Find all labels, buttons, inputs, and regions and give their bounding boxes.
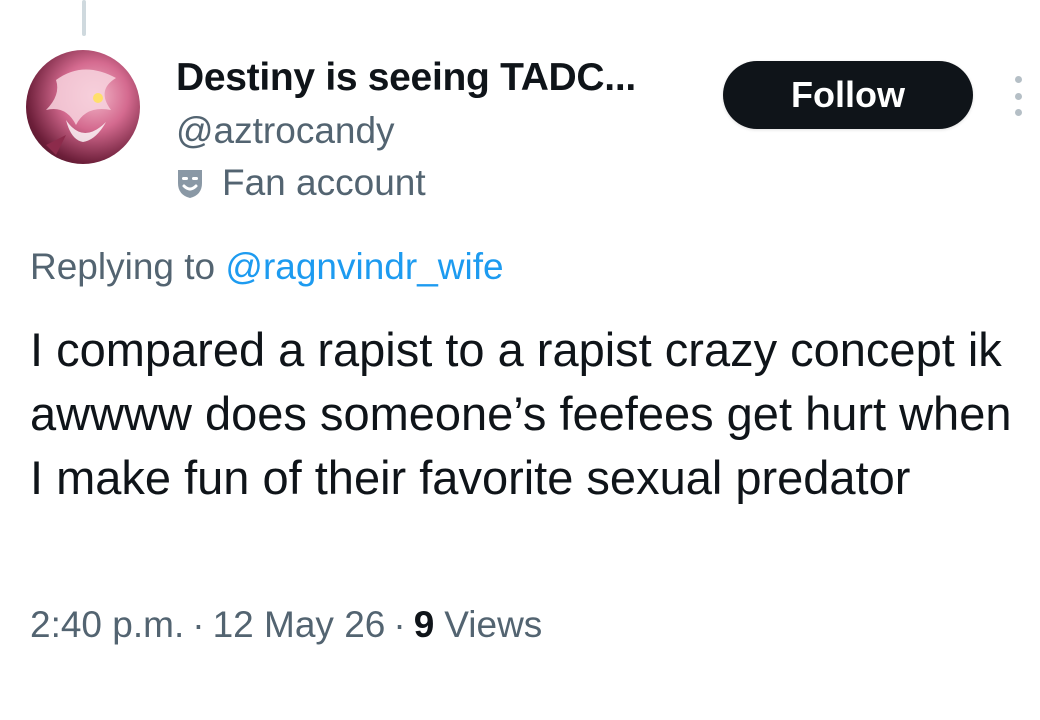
account-label: Fan account (172, 162, 426, 204)
replying-to-label: Replying to (30, 246, 216, 287)
replying-to: Replying to @ragnvindr_wife (30, 246, 504, 288)
more-dot (1014, 109, 1022, 116)
avatar-image (46, 69, 116, 155)
theater-masks-icon (172, 165, 208, 201)
avatar[interactable] (26, 50, 140, 164)
follow-button[interactable]: Follow (723, 61, 973, 129)
tweet-text: I compared a rapist to a rapist crazy co… (30, 323, 1012, 504)
more-dot (1014, 76, 1022, 83)
tweet-date[interactable]: 12 May 26 (213, 604, 386, 646)
author-handle[interactable]: @aztrocandy (176, 110, 395, 152)
thread-connector-line (82, 0, 86, 36)
more-dot (1014, 92, 1022, 100)
account-label-text: Fan account (222, 162, 426, 203)
more-vertical-icon[interactable] (1004, 76, 1032, 116)
meta-separator: · (192, 604, 205, 645)
tweet-metadata: 2:40 p.m. · 12 May 26 · 9 Views (30, 604, 542, 646)
meta-separator: · (393, 604, 406, 645)
views-count: 9 (413, 604, 435, 645)
author-display-name[interactable]: Destiny is seeing TADC... (176, 56, 636, 100)
reply-mention-link[interactable]: @ragnvindr_wife (225, 246, 503, 287)
views-label: Views (444, 604, 543, 645)
tweet-time[interactable]: 2:40 p.m. (30, 604, 184, 646)
